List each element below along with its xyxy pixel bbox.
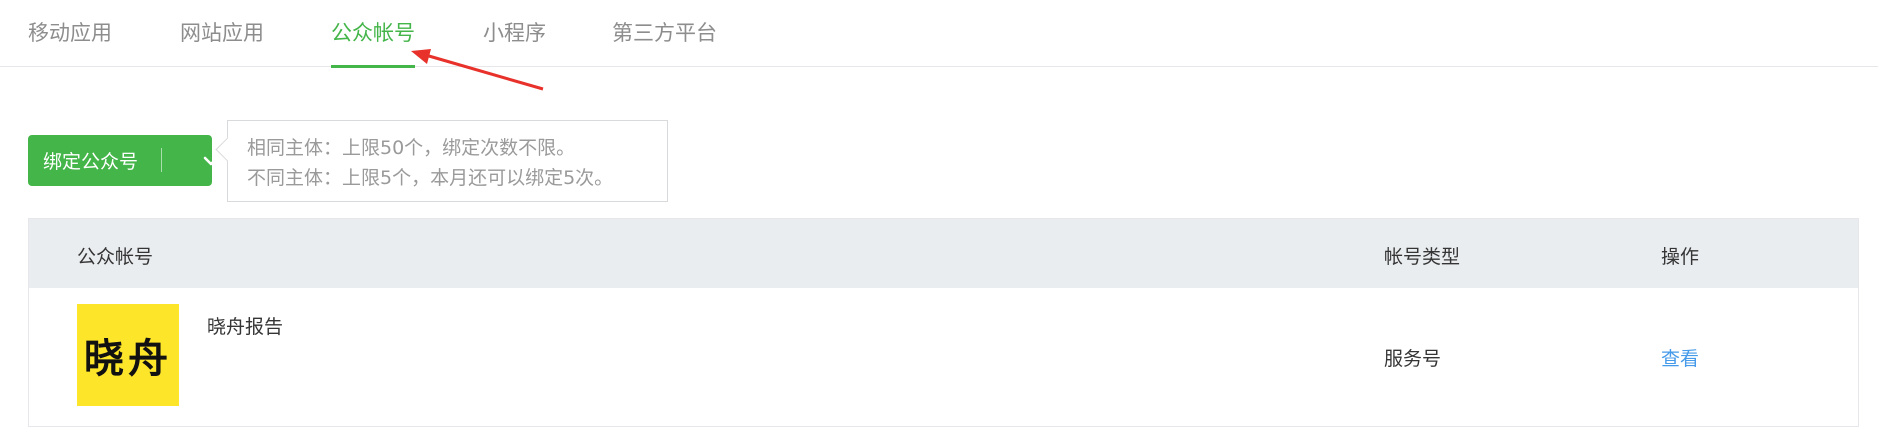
tab-website-app[interactable]: 网站应用	[180, 17, 264, 67]
account-name: 晓舟报告	[207, 316, 284, 338]
bind-official-account-button[interactable]: 绑定公众号	[28, 135, 219, 186]
bind-button-label: 绑定公众号	[43, 151, 139, 173]
header-account: 公众帐号	[77, 246, 154, 268]
tab-third-party-platform[interactable]: 第三方平台	[612, 17, 717, 67]
tooltip-different-entity: 不同主体：上限5个，本月还可以绑定5次。	[247, 167, 614, 189]
logo-text: 晓舟	[84, 335, 172, 382]
account-logo: 晓舟	[77, 304, 179, 406]
header-action: 操作	[1661, 246, 1700, 268]
tab-mobile-app[interactable]: 移动应用	[28, 17, 112, 67]
chevron-down-icon[interactable]	[201, 151, 221, 171]
annotation-arrow-icon	[411, 49, 544, 91]
official-account-table: 公众帐号 帐号类型 操作 晓舟 晓舟报告 服务号 查看	[28, 218, 1859, 427]
tooltip-same-entity: 相同主体：上限50个，绑定次数不限。	[247, 137, 576, 159]
header-account-type: 帐号类型	[1384, 246, 1461, 268]
button-divider	[161, 148, 162, 172]
account-type: 服务号	[1384, 348, 1442, 370]
table-row: 晓舟 晓舟报告 服务号 查看	[29, 288, 1858, 426]
view-link[interactable]: 查看	[1661, 344, 1699, 371]
table-header: 公众帐号 帐号类型 操作	[29, 219, 1858, 288]
binding-limit-tooltip: 相同主体：上限50个，绑定次数不限。 不同主体：上限5个，本月还可以绑定5次。	[227, 120, 668, 202]
tab-bar: 移动应用 网站应用 公众帐号 小程序 第三方平台	[0, 0, 1878, 68]
